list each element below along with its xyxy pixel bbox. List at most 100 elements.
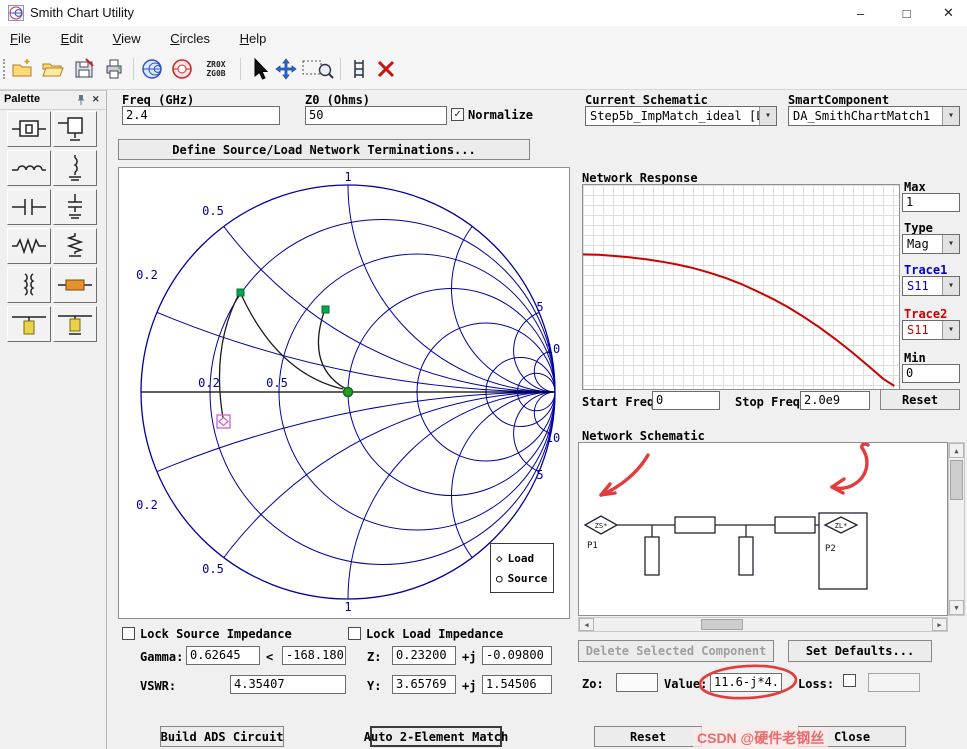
- zoom-area-button[interactable]: [300, 55, 336, 83]
- open-button[interactable]: [38, 55, 66, 83]
- pin-icon[interactable]: [76, 94, 86, 109]
- define-terminations-button[interactable]: Define Source/Load Network Terminations.…: [118, 139, 530, 160]
- toolbar-separator: [133, 58, 134, 80]
- palette-series-resistor-button[interactable]: [7, 228, 51, 264]
- gamma-mag-input[interactable]: 0.62645: [186, 646, 260, 665]
- value-input[interactable]: 11.6-j*4.: [710, 673, 782, 692]
- z-real-input[interactable]: 0.23200: [392, 646, 456, 665]
- menu-help[interactable]: Help: [230, 26, 277, 51]
- loss-input[interactable]: [868, 673, 920, 692]
- current-schematic-select[interactable]: Step5b_ImpMatch_ideal [LNA_liar: [585, 106, 777, 126]
- palette-series-inductor-button[interactable]: [7, 150, 51, 186]
- trace2-label: Trace2: [904, 307, 948, 321]
- pointer-tool-button[interactable]: [244, 55, 272, 83]
- grid-display-icon: ZR0X ZG0B: [206, 60, 226, 78]
- maximize-button[interactable]: □: [884, 0, 929, 26]
- min-input[interactable]: 0: [902, 364, 960, 383]
- close-button[interactable]: Close: [798, 726, 906, 747]
- delete-selected-component-button[interactable]: Delete Selected Component: [578, 640, 774, 662]
- z0-input[interactable]: 50: [305, 106, 447, 125]
- trace2-select[interactable]: S11: [902, 320, 960, 340]
- svg-text:0.5: 0.5: [202, 204, 224, 218]
- smith-chart-y-icon: [172, 59, 192, 79]
- horizontal-scroll-thumb[interactable]: [701, 619, 743, 630]
- menu-circles[interactable]: Circles: [160, 26, 220, 51]
- z-imag-input[interactable]: -0.09800: [482, 646, 552, 665]
- delete-tool-button[interactable]: [372, 55, 400, 83]
- palette-series-tline-button[interactable]: [53, 267, 97, 303]
- response-plot[interactable]: [582, 184, 900, 390]
- trace1-label: Trace1: [904, 263, 948, 277]
- palette-short-stub-button[interactable]: [53, 306, 97, 342]
- palette-shunt-inductor-button[interactable]: [53, 150, 97, 186]
- load-legend-label: Load: [507, 551, 535, 565]
- y-real-input[interactable]: 3.65769: [392, 675, 456, 694]
- loss-label: Loss:: [798, 677, 835, 691]
- schematic-horizontal-scrollbar[interactable]: [578, 617, 948, 632]
- smith-chart-y-button[interactable]: [168, 55, 196, 83]
- loss-checkbox[interactable]: [843, 674, 856, 687]
- palette-shunt-box-button[interactable]: [53, 111, 97, 147]
- source-marker-icon: ○: [496, 571, 503, 585]
- cursor-arrow-icon: [254, 57, 269, 80]
- scroll-right-icon[interactable]: [932, 618, 947, 631]
- shunt-box-icon: [58, 117, 83, 141]
- annotation-arrows: [599, 442, 870, 497]
- max-input[interactable]: 1: [902, 193, 960, 212]
- palette-shunt-capacitor-button[interactable]: [53, 189, 97, 225]
- schematic-vertical-scrollbar[interactable]: [948, 442, 965, 616]
- move-tool-button[interactable]: [272, 55, 300, 83]
- shunt-capacitor-icon: [68, 194, 82, 219]
- lock-source-checkbox[interactable]: [122, 627, 135, 640]
- menu-file[interactable]: File: [0, 26, 41, 51]
- palette-close-icon[interactable]: [92, 93, 100, 105]
- zo-input[interactable]: [616, 673, 658, 692]
- palette-series-box-button[interactable]: [7, 111, 51, 147]
- save-icon: [75, 58, 94, 78]
- gamma-angle-input[interactable]: -168.180: [282, 646, 346, 665]
- smart-component-select[interactable]: DA_SmithChartMatch1: [788, 106, 960, 126]
- title-bar[interactable]: Smith Chart Utility – □ ✕: [0, 0, 967, 27]
- menu-view[interactable]: View: [103, 26, 151, 51]
- vswr-input[interactable]: 4.35407: [230, 675, 346, 694]
- palette-series-capacitor-button[interactable]: [7, 189, 51, 225]
- print-button[interactable]: [100, 55, 128, 83]
- auto-match-button[interactable]: Auto 2-Element Match: [364, 726, 508, 747]
- smith-chart-z-button[interactable]: [138, 55, 166, 83]
- normalize-checkbox[interactable]: [451, 108, 464, 121]
- stop-freq-input[interactable]: 2.0e9: [800, 391, 870, 410]
- ladder-network-button[interactable]: [344, 55, 372, 83]
- lock-load-checkbox[interactable]: [348, 627, 361, 640]
- set-defaults-button[interactable]: Set Defaults...: [788, 640, 932, 662]
- new-button[interactable]: [8, 55, 36, 83]
- scroll-left-icon[interactable]: [579, 618, 594, 631]
- freq-input[interactable]: 2.4: [122, 106, 280, 125]
- palette-shunt-resistor-button[interactable]: [53, 228, 97, 264]
- close-window-button[interactable]: ✕: [930, 0, 967, 26]
- start-freq-input[interactable]: 0: [652, 391, 720, 410]
- scroll-down-icon[interactable]: [949, 600, 964, 615]
- type-select[interactable]: Mag: [902, 234, 960, 254]
- footer-reset-button[interactable]: Reset: [594, 726, 702, 747]
- y-label: Y:: [367, 679, 382, 693]
- save-button[interactable]: [70, 55, 98, 83]
- ladder-network-icon: [354, 60, 364, 78]
- network-schematic-canvas[interactable]: ZS* P1 ZL* P2: [578, 442, 948, 616]
- network-schematic-title: Network Schematic: [582, 429, 705, 443]
- grid-display-button[interactable]: ZR0X ZG0B: [196, 55, 236, 83]
- menu-edit[interactable]: Edit: [51, 26, 93, 51]
- window-title: Smith Chart Utility: [30, 5, 135, 20]
- y-imag-input[interactable]: 1.54506: [482, 675, 552, 694]
- response-reset-button[interactable]: Reset: [880, 389, 960, 410]
- trace1-select[interactable]: S11: [902, 276, 960, 296]
- normalize-label: Normalize: [468, 108, 534, 122]
- open-stub-icon: [12, 316, 46, 335]
- palette-open-stub-button[interactable]: [7, 306, 51, 342]
- vertical-scroll-thumb[interactable]: [950, 460, 963, 500]
- palette-transformer-button[interactable]: [7, 267, 51, 303]
- scroll-up-icon[interactable]: [949, 443, 964, 458]
- value-label: Value:: [664, 677, 708, 691]
- z0-label: Z0 (Ohms): [305, 93, 371, 107]
- build-ads-circuit-button[interactable]: Build ADS Circuit: [160, 726, 284, 747]
- minimize-button[interactable]: –: [838, 0, 883, 26]
